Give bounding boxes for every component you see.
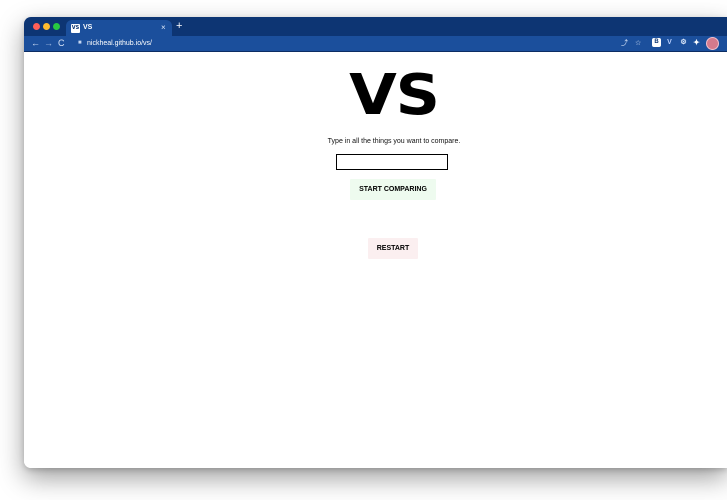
new-tab-button[interactable]: + bbox=[176, 20, 182, 33]
screenshot-canvas: VS VS × + ← → C ■ nickheal.github.io/vs/… bbox=[0, 0, 727, 500]
minimize-window-button[interactable] bbox=[43, 23, 50, 30]
extensions-puzzle-icon[interactable]: ✦ bbox=[692, 38, 701, 47]
browser-toolbar: ← → C ■ nickheal.github.io/vs/ ⤴ ☆ B V ⚙… bbox=[24, 36, 727, 52]
vs-logo: VS bbox=[349, 63, 440, 128]
extension-v-icon[interactable]: V bbox=[665, 38, 674, 47]
profile-avatar[interactable] bbox=[706, 37, 719, 50]
extension-b-icon[interactable]: B bbox=[652, 38, 661, 47]
address-bar-url[interactable]: nickheal.github.io/vs/ bbox=[87, 39, 152, 48]
reload-icon[interactable]: C bbox=[58, 38, 65, 49]
back-arrow-icon[interactable]: ← bbox=[31, 38, 40, 49]
tab-close-icon[interactable]: × bbox=[161, 23, 166, 33]
browser-tab-vs[interactable]: VS VS × bbox=[66, 20, 172, 37]
compare-input[interactable] bbox=[336, 154, 448, 170]
maximize-window-button[interactable] bbox=[53, 23, 60, 30]
favicon-icon: VS bbox=[71, 24, 80, 33]
share-icon[interactable]: ⤴ bbox=[621, 39, 628, 48]
page-content: VS Type in all the things you want to co… bbox=[24, 52, 727, 468]
bookmark-star-icon[interactable]: ☆ bbox=[635, 39, 641, 48]
browser-tab-bar: VS VS × + bbox=[24, 17, 727, 37]
compare-instructions: Type in all the things you want to compa… bbox=[327, 138, 461, 145]
forward-arrow-icon[interactable]: → bbox=[44, 38, 53, 49]
browser-window: VS VS × + ← → C ■ nickheal.github.io/vs/… bbox=[24, 17, 727, 468]
start-comparing-button[interactable]: START COMPARING bbox=[350, 179, 436, 200]
restart-button[interactable]: RESTART bbox=[368, 238, 418, 259]
extension-gear-icon[interactable]: ⚙ bbox=[679, 38, 688, 47]
tab-title: VS bbox=[83, 24, 93, 31]
close-window-button[interactable] bbox=[33, 23, 40, 30]
lock-icon[interactable]: ■ bbox=[78, 40, 82, 47]
